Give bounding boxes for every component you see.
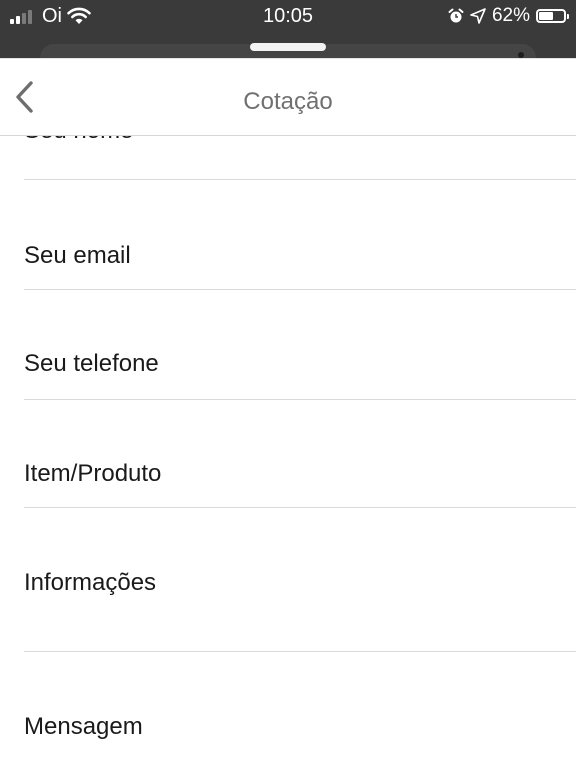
status-right-group: 62% (448, 4, 569, 28)
phone-field-row (24, 290, 576, 400)
page-title: Cotação (243, 88, 333, 115)
alarm-icon (448, 8, 464, 23)
sheet-grabber[interactable] (250, 43, 326, 51)
name-input[interactable] (24, 136, 576, 146)
email-field-row (24, 180, 576, 290)
battery-icon (536, 9, 569, 23)
name-field-row (24, 136, 576, 180)
quote-form (0, 136, 576, 768)
info-field-row (24, 508, 576, 652)
message-textarea[interactable] (24, 712, 576, 768)
battery-nub (567, 14, 569, 19)
battery-percentage: 62% (491, 5, 530, 26)
info-textarea[interactable] (24, 568, 576, 628)
message-field-row (24, 652, 576, 768)
product-field-row (24, 400, 576, 508)
phone-input[interactable] (24, 349, 576, 379)
battery-fill (539, 12, 553, 20)
navigation-bar: Cotação (0, 58, 576, 136)
screen: Oi 10:05 62% Cotação Seu nome Seu email … (0, 0, 576, 768)
status-bar: Oi 10:05 62% (0, 0, 576, 58)
location-icon (470, 8, 486, 24)
email-input[interactable] (24, 241, 576, 271)
product-input[interactable] (24, 459, 576, 489)
